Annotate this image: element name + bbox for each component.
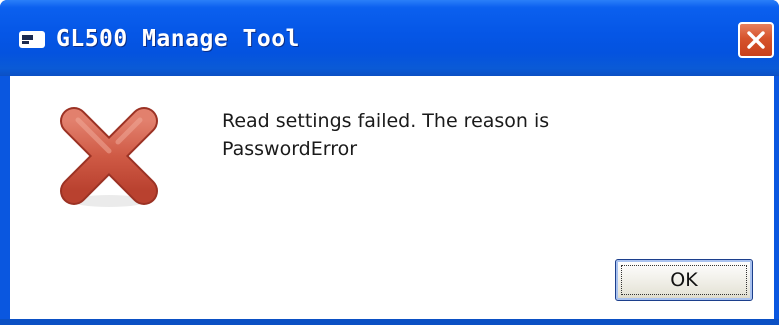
error-x-icon [60, 107, 158, 207]
close-button[interactable] [738, 22, 774, 58]
ok-button-label: OK [670, 269, 698, 291]
window-bottom-border [0, 319, 779, 325]
window-title: GL500 Manage Tool [56, 26, 300, 52]
title-bar[interactable]: GL500 Manage Tool [0, 0, 779, 76]
dialog-body: Read settings failed. The reason is Pass… [10, 76, 774, 319]
error-message: Read settings failed. The reason is Pass… [222, 107, 702, 163]
application-icon [19, 31, 45, 48]
ok-button[interactable]: OK [615, 259, 753, 301]
close-icon [747, 31, 765, 49]
error-message-line-2: PasswordError [222, 138, 358, 160]
error-message-line-1: Read settings failed. The reason is [222, 110, 550, 132]
message-dialog-window: GL500 Manage Tool Read settings failed. … [0, 0, 779, 325]
